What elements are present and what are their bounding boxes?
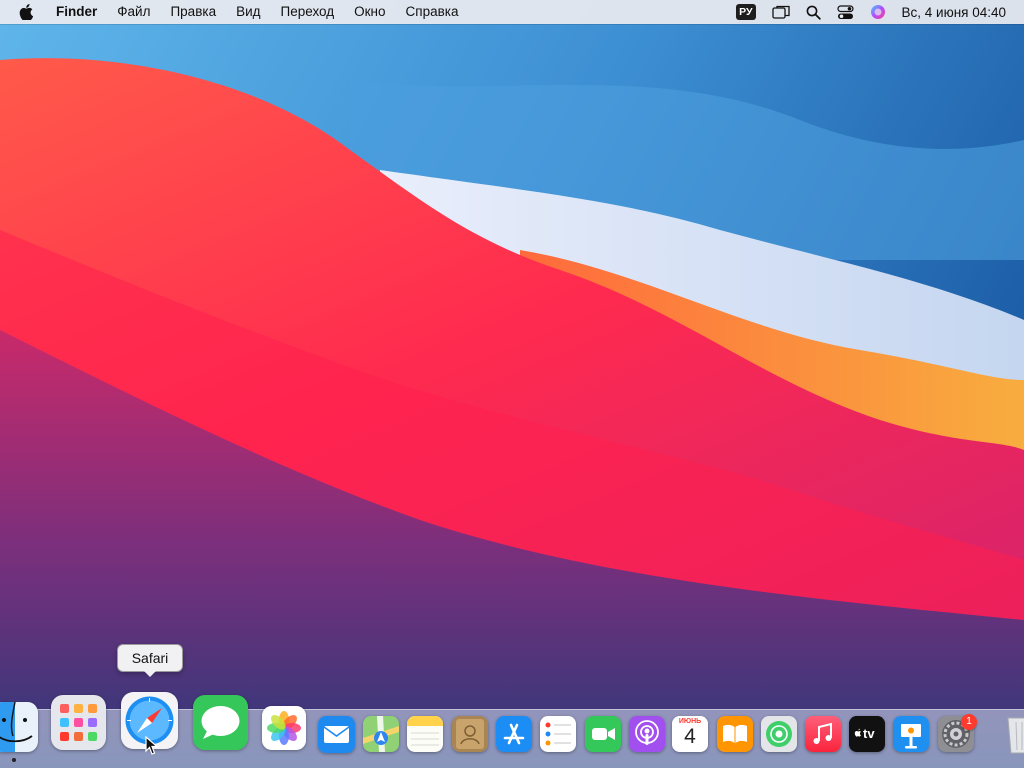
app-store-icon[interactable]	[496, 716, 532, 752]
podcasts-icon[interactable]	[629, 716, 665, 752]
menu-clock[interactable]: Вс, 4 июня 04:40	[894, 5, 1024, 20]
dock-tooltip-arrow	[143, 670, 157, 677]
books-icon[interactable]	[717, 716, 753, 752]
find-my-icon[interactable]	[761, 716, 797, 752]
tv-icon[interactable]: tv	[849, 716, 885, 752]
input-language-label: РУ	[736, 4, 756, 20]
menu-window[interactable]: Окно	[344, 0, 395, 24]
menu-view[interactable]: Вид	[226, 0, 270, 24]
dock-tooltip: Safari	[117, 644, 183, 672]
apple-logo-icon[interactable]	[6, 0, 46, 24]
photos-icon[interactable]	[262, 706, 306, 750]
calendar-month-label: ИЮНЬ	[678, 718, 702, 725]
notes-icon[interactable]	[407, 716, 443, 752]
menu-help[interactable]: Справка	[396, 0, 469, 24]
launchpad-icon[interactable]	[51, 695, 106, 750]
reminders-icon[interactable]	[540, 716, 576, 752]
screen-mirroring-icon[interactable]	[764, 0, 798, 24]
control-center-icon[interactable]	[829, 0, 862, 24]
system-preferences-badge: 1	[961, 714, 977, 730]
calendar-day-label: 4	[684, 725, 696, 748]
facetime-icon[interactable]	[585, 716, 621, 752]
finder-icon[interactable]	[0, 702, 38, 752]
menu-file[interactable]: Файл	[107, 0, 160, 24]
finder-running-indicator	[12, 758, 16, 762]
contacts-icon[interactable]	[452, 716, 488, 752]
mail-icon[interactable]	[318, 716, 355, 753]
menu-edit[interactable]: Правка	[160, 0, 226, 24]
menu-go[interactable]: Переход	[271, 0, 345, 24]
tv-label: tv	[863, 726, 875, 741]
input-language-menu[interactable]: РУ	[728, 0, 763, 24]
trash-icon[interactable]	[1002, 712, 1024, 754]
siri-icon[interactable]	[862, 0, 894, 24]
keynote-icon[interactable]	[893, 716, 929, 752]
messages-icon[interactable]	[193, 695, 248, 750]
music-icon[interactable]	[805, 716, 841, 752]
calendar-icon[interactable]: ИЮНЬ 4	[672, 716, 708, 752]
mouse-cursor-icon	[145, 736, 159, 755]
menu-bar: Finder Файл Правка Вид Переход Окно Спра…	[0, 0, 1024, 24]
maps-icon[interactable]	[363, 716, 399, 752]
spotlight-search-icon[interactable]	[798, 0, 829, 24]
menu-finder[interactable]: Finder	[46, 0, 107, 24]
